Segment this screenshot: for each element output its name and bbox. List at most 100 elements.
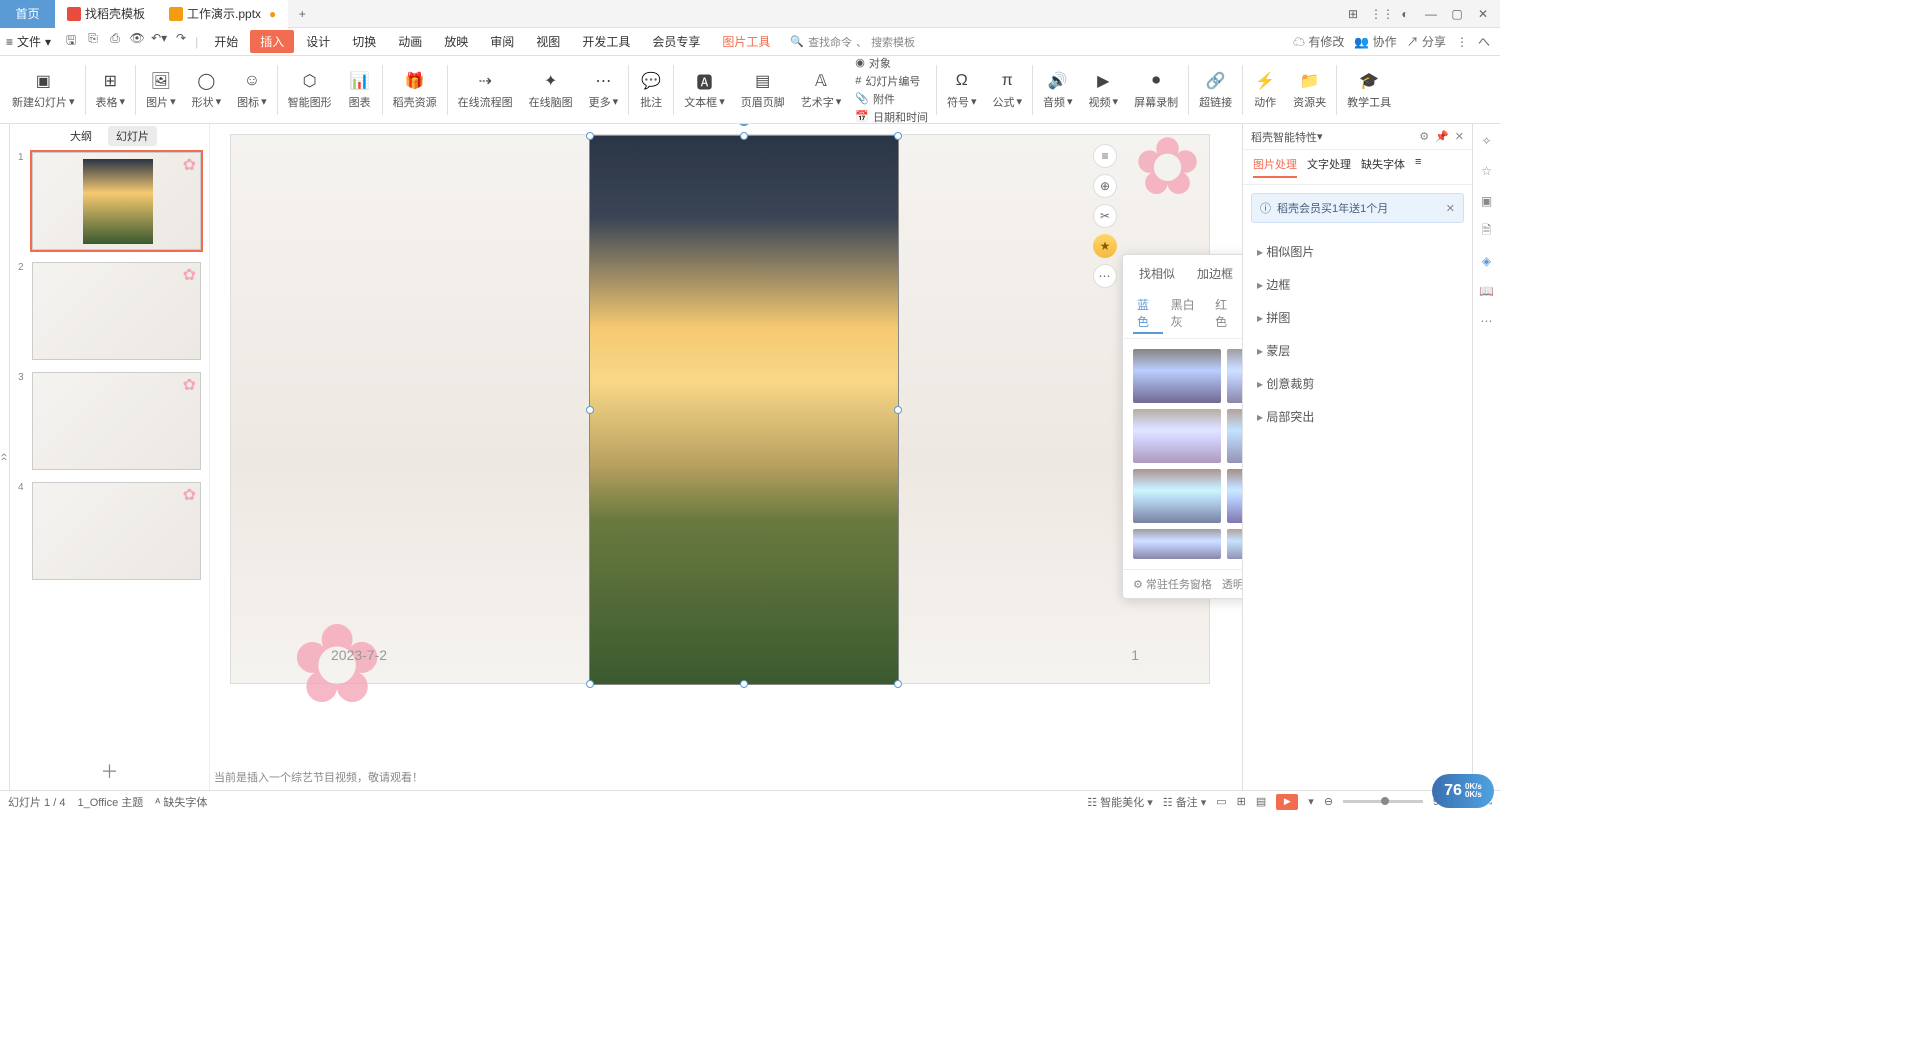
rp-tab-text[interactable]: 文字处理 (1307, 156, 1351, 178)
preview-icon[interactable]: 👁 (129, 31, 145, 52)
saveas-icon[interactable]: ⎘ (85, 31, 101, 52)
ribbon-hyperlink[interactable]: 🔗超链接 (1191, 68, 1240, 112)
color-bw[interactable]: 黑白灰 (1167, 294, 1207, 334)
color-red[interactable]: 红色 (1211, 294, 1241, 334)
mask-option[interactable] (1133, 349, 1221, 403)
command-search[interactable]: 🔍 查找命令、搜索模板 (790, 34, 915, 50)
ribbon-headerfooter[interactable]: ▤页眉页脚 (733, 68, 793, 112)
slide-thumb-4[interactable]: ✿ (32, 482, 201, 580)
ribbon-resources[interactable]: 📁资源夹 (1285, 68, 1334, 112)
ribbon-video[interactable]: ▶视频 ▾ (1081, 68, 1127, 112)
ribbon-action[interactable]: ⚡动作 (1245, 68, 1285, 112)
rotate-handle[interactable] (738, 124, 750, 126)
rp-tab-image[interactable]: 图片处理 (1253, 156, 1297, 178)
slideshow-button[interactable]: ▶ (1276, 794, 1298, 810)
tab-devtools[interactable]: 开发工具 (572, 30, 640, 53)
layers-icon[interactable]: ≡ (1093, 144, 1117, 168)
save-icon[interactable]: 🖫 (63, 31, 79, 52)
canvas[interactable]: ✿ ✿ 2023-7-2 1 ≡ ⊕ ✂ ★ ⋯ 找相似 加边框 加蒙层 创意裁… (210, 124, 1242, 790)
redo-icon[interactable]: ↷ (173, 31, 189, 52)
ribbon-attach[interactable]: 📎 附件 (855, 91, 928, 107)
rail-ai-icon[interactable]: ✧ (1478, 132, 1496, 150)
view-read-icon[interactable]: ▤ (1256, 795, 1266, 808)
rail-doc-icon[interactable]: 🗎 (1478, 222, 1496, 240)
collapse-icon[interactable]: へ (1478, 33, 1490, 50)
rp-item-crop[interactable]: 创意裁剪 (1243, 367, 1472, 400)
rail-book-icon[interactable]: 📖 (1478, 282, 1496, 300)
tab-animation[interactable]: 动画 (388, 30, 432, 53)
tab-picture-tools[interactable]: 图片工具 (712, 30, 780, 53)
view-sorter-icon[interactable]: ⊞ (1237, 795, 1246, 808)
premium-icon[interactable]: ★ (1093, 234, 1117, 258)
add-slide-button[interactable]: ＋ (10, 752, 209, 790)
print-icon[interactable]: ⎙ (107, 31, 123, 52)
mask-option[interactable] (1133, 409, 1221, 463)
tab-transition[interactable]: 切换 (342, 30, 386, 53)
notes-button[interactable]: ☷ 备注 ▾ (1163, 794, 1207, 810)
outline-tab[interactable]: 大纲 (62, 126, 100, 146)
zoom-slider[interactable] (1343, 800, 1423, 803)
rail-more-icon[interactable]: ⋯ (1478, 312, 1496, 330)
mask-option[interactable] (1133, 529, 1221, 559)
ribbon-symbol[interactable]: Ω符号 ▾ (939, 68, 985, 112)
resize-handle[interactable] (586, 406, 594, 414)
zoom-icon[interactable]: ⊕ (1093, 174, 1117, 198)
member-banner[interactable]: ⓘ 稻壳会员买1年送1个月✕ (1251, 193, 1464, 223)
tab-design[interactable]: 设计 (296, 30, 340, 53)
resize-handle[interactable] (894, 406, 902, 414)
rp-item-similar[interactable]: 相似图片 (1243, 235, 1472, 268)
share-button[interactable]: ↗ 分享 (1407, 33, 1446, 50)
selected-image[interactable] (589, 135, 899, 685)
tab-start[interactable]: 开始 (204, 30, 248, 53)
mask-option[interactable] (1133, 469, 1221, 523)
pin-panel[interactable]: ⚙ 常驻任务窗格 (1133, 576, 1212, 592)
slide-thumb-2[interactable]: ✿ (32, 262, 201, 360)
tab-current-file[interactable]: 工作演示.pptx● (157, 0, 288, 28)
file-menu[interactable]: ≡ 文件 ▾ (0, 33, 57, 50)
ribbon-docer[interactable]: 🎁稻壳资源 (385, 68, 445, 112)
tab-add[interactable]: + (288, 7, 316, 21)
resize-handle[interactable] (740, 680, 748, 688)
tab-review[interactable]: 审阅 (480, 30, 524, 53)
ribbon-wordart[interactable]: 𝔸艺术字 ▾ (793, 68, 850, 112)
tab-slideshow[interactable]: 放映 (434, 30, 478, 53)
tab-view[interactable]: 视图 (526, 30, 570, 53)
grid-icon[interactable]: ⊞ (1344, 7, 1362, 21)
rail-star-icon[interactable]: ☆ (1478, 162, 1496, 180)
banner-close-icon[interactable]: ✕ (1446, 202, 1455, 215)
resize-handle[interactable] (586, 132, 594, 140)
ribbon-smartart[interactable]: ⬡智能图形 (280, 68, 340, 112)
resize-handle[interactable] (894, 680, 902, 688)
ribbon-chart[interactable]: 📊图表 (340, 68, 380, 112)
unsaved-badge[interactable]: ☁ 有修改 (1293, 33, 1344, 50)
ribbon-slidenum[interactable]: # 幻灯片编号 (855, 73, 928, 89)
color-blue[interactable]: 蓝色 (1133, 294, 1163, 334)
mask-option[interactable] (1227, 409, 1242, 463)
ribbon-object[interactable]: ◉ 对象 (855, 55, 928, 71)
rp-menu-icon[interactable]: ≡ (1415, 156, 1421, 178)
undo-icon[interactable]: ↶▾ (151, 31, 167, 52)
resize-handle[interactable] (894, 132, 902, 140)
ribbon-mindmap[interactable]: ✦在线脑图 (521, 68, 581, 112)
ribbon-screenrec[interactable]: ⏺屏幕录制 (1126, 68, 1186, 112)
collab-button[interactable]: 👥 协作 (1354, 33, 1396, 50)
slide-thumb-1[interactable]: ✿ (32, 152, 201, 250)
ribbon-picture[interactable]: 🖼图片 ▾ (138, 68, 184, 112)
mask-option[interactable] (1227, 529, 1242, 559)
more-icon[interactable]: ⋯ (1093, 264, 1117, 288)
ribbon-icon[interactable]: ☺图标 ▾ (229, 68, 275, 112)
missing-fonts[interactable]: ᴬ 缺失字体 (155, 794, 207, 810)
ribbon-shape[interactable]: ◯形状 ▾ (184, 68, 230, 112)
ribbon-datetime[interactable]: 📅 日期和时间 (855, 109, 928, 125)
popup-tab-similar[interactable]: 找相似 (1133, 263, 1181, 284)
rp-item-mask[interactable]: 蒙层 (1243, 334, 1472, 367)
close-icon[interactable]: ✕ (1474, 7, 1492, 21)
rp-item-border[interactable]: 边框 (1243, 268, 1472, 301)
ribbon-flowchart[interactable]: ⇢在线流程图 (450, 68, 521, 112)
tab-templates[interactable]: 找稻壳模板 (55, 0, 157, 28)
ribbon-comment[interactable]: 💬批注 (631, 68, 671, 112)
crop-icon[interactable]: ✂ (1093, 204, 1117, 228)
beautify-button[interactable]: ☷ 智能美化 ▾ (1087, 794, 1153, 810)
rail-gear-icon[interactable]: ◈ (1478, 252, 1496, 270)
rail-clip-icon[interactable]: ▣ (1478, 192, 1496, 210)
